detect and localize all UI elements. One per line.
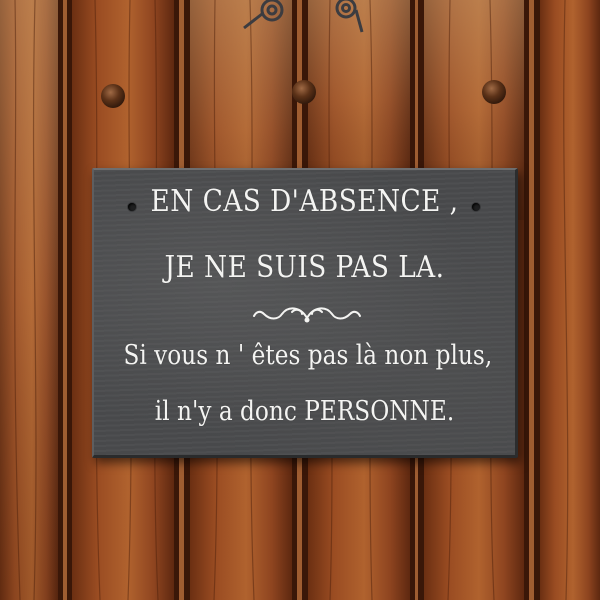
nail-middle: [292, 80, 316, 104]
sign-line-4: il n'y a donc PERSONNE.: [154, 396, 455, 427]
flourish-ornament: [253, 307, 361, 323]
sign-line-3: Si vous n ' êtes pas là non plus,: [123, 340, 493, 371]
nail-right: [482, 80, 506, 104]
sign-line-2: JE NE SUIS PAS LA.: [164, 250, 445, 285]
slate-sign: EN CAS D'ABSENCE , JE NE SUIS PAS LA. Si…: [92, 168, 518, 458]
nail-left: [101, 84, 125, 108]
sign-line-1: EN CAS D'ABSENCE ,: [150, 184, 459, 219]
